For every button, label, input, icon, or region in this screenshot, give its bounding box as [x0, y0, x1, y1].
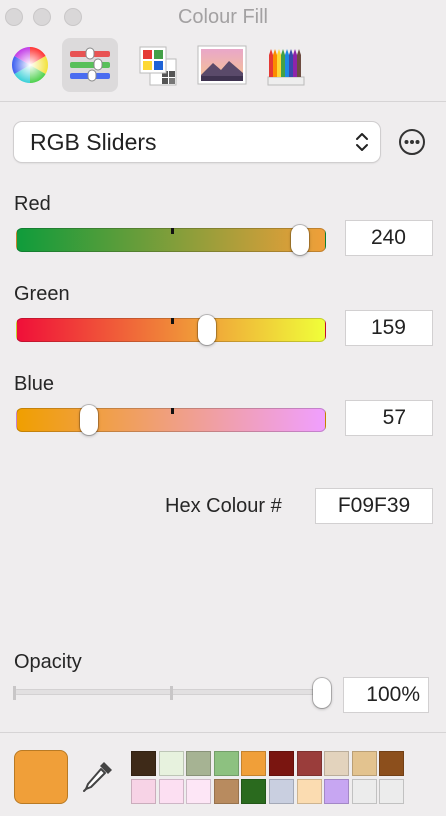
more-options-icon[interactable] — [398, 128, 426, 156]
red-label: Red — [14, 193, 51, 215]
green-slider-midpoint-tick — [171, 318, 174, 324]
recent-colour-swatch[interactable] — [379, 779, 405, 804]
green-label: Green — [14, 283, 70, 305]
image-icon — [197, 45, 247, 85]
window-title: Colour Fill — [177, 6, 269, 28]
image-palettes-button[interactable] — [194, 38, 250, 92]
colour-wheel-icon — [11, 46, 49, 84]
blue-slider-midpoint-tick — [171, 408, 174, 414]
opacity-tick-mid — [170, 686, 173, 700]
recent-colour-swatch[interactable] — [351, 751, 377, 776]
opacity-value-field[interactable]: 100% — [343, 677, 429, 713]
blue-slider-thumb[interactable] — [80, 405, 98, 435]
green-slider-thumb[interactable] — [198, 315, 216, 345]
recent-colour-swatch[interactable] — [269, 779, 294, 804]
colour-model-select[interactable]: RGB Sliders — [14, 122, 380, 162]
pencils-icon — [267, 49, 305, 86]
blue-slider[interactable] — [16, 405, 326, 435]
blue-value-field[interactable]: 57 — [345, 400, 433, 436]
recent-colour-swatch[interactable] — [131, 779, 156, 804]
red-value-field[interactable]: 240 — [345, 220, 433, 256]
hex-colour-label: Hex Colour # — [165, 495, 282, 517]
opacity-slider-thumb[interactable] — [313, 678, 331, 708]
eyedropper-icon[interactable] — [80, 758, 116, 794]
green-slider[interactable] — [16, 315, 326, 345]
blue-label: Blue — [14, 373, 55, 395]
recent-colour-swatch[interactable] — [158, 779, 184, 804]
current-colour-well[interactable] — [14, 750, 68, 804]
recent-colour-swatch[interactable] — [241, 779, 267, 804]
recent-colour-swatch[interactable] — [269, 751, 294, 776]
opacity-label: Opacity — [14, 651, 82, 673]
picker-toolbar — [0, 34, 446, 102]
red-slider-midpoint-tick — [171, 228, 174, 234]
opacity-slider[interactable] — [14, 689, 324, 695]
recent-colour-swatch[interactable] — [213, 751, 239, 776]
opacity-tick-start — [13, 686, 16, 700]
colour-palettes-button[interactable] — [130, 38, 186, 92]
up-down-chevron-icon — [356, 133, 368, 151]
sliders-icon — [70, 47, 110, 82]
colour-sliders-button[interactable] — [62, 38, 118, 92]
recent-colour-swatch[interactable] — [379, 751, 405, 776]
recent-colour-swatch[interactable] — [296, 751, 322, 776]
red-slider-thumb[interactable] — [291, 225, 309, 255]
recent-colour-swatch[interactable] — [158, 751, 184, 776]
colour-wheel-button[interactable] — [2, 38, 58, 92]
title-bar: Colour Fill — [0, 0, 446, 34]
palettes-icon — [139, 46, 177, 86]
pencils-button[interactable] — [258, 38, 314, 92]
recent-colour-swatch[interactable] — [131, 751, 156, 776]
recent-colour-swatch[interactable] — [296, 779, 322, 804]
recent-colour-swatch[interactable] — [213, 779, 239, 804]
recent-colour-swatch[interactable] — [351, 779, 377, 804]
recent-colour-swatch[interactable] — [186, 751, 212, 776]
green-value-field[interactable]: 159 — [345, 310, 433, 346]
recent-colour-swatch[interactable] — [324, 779, 350, 804]
recent-colour-swatch[interactable] — [186, 779, 212, 804]
recent-colour-swatch[interactable] — [324, 751, 350, 776]
hex-colour-field[interactable]: F09F39 — [315, 488, 433, 524]
colour-model-value: RGB Sliders — [30, 128, 157, 155]
red-slider[interactable] — [16, 225, 326, 255]
recent-colour-swatch[interactable] — [241, 751, 267, 776]
